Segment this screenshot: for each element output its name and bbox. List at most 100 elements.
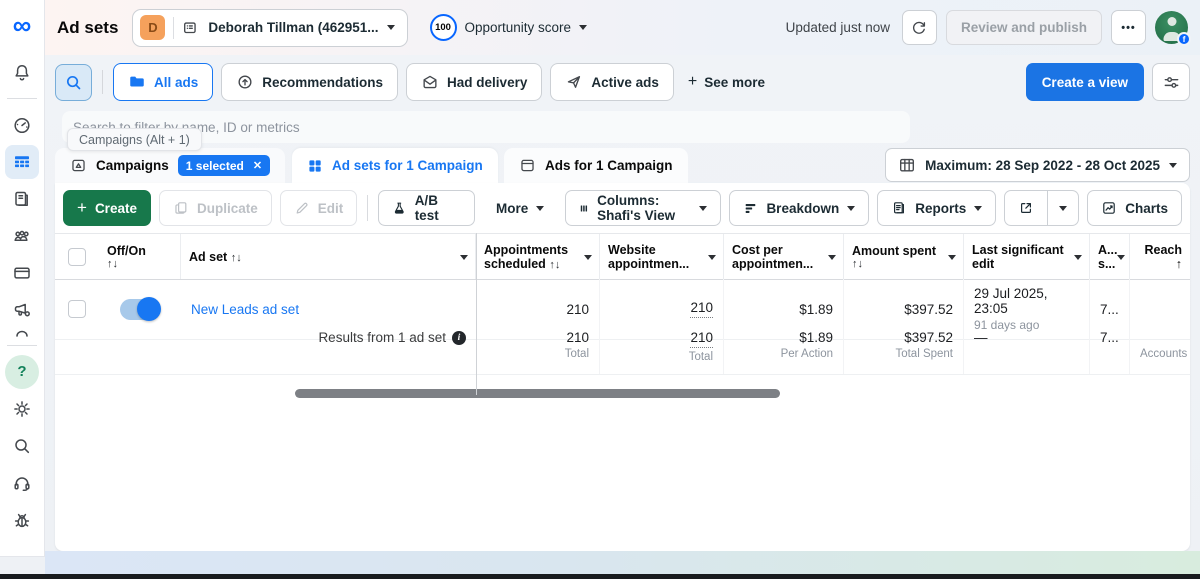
ads-megaphone-icon[interactable] (5, 293, 39, 327)
columns-button[interactable]: Columns: Shafi's View (565, 190, 722, 226)
overflow-menu-button[interactable]: ••• (1111, 10, 1146, 45)
profile-avatar[interactable]: f (1155, 11, 1191, 46)
sidebar-divider (7, 98, 37, 99)
help-icon[interactable]: ? (5, 354, 39, 389)
chevron-down-icon (460, 254, 468, 260)
sort-icon: ↑↓ (107, 257, 118, 270)
filter-all-ads[interactable]: All ads (113, 63, 214, 101)
review-and-publish-button[interactable]: Review and publish (945, 10, 1102, 45)
support-headset-icon[interactable] (5, 466, 39, 500)
selected-count-badge[interactable]: 1 selected ✕ (177, 155, 271, 176)
export-icon (1021, 203, 1032, 213)
bug-report-icon[interactable] (5, 503, 39, 537)
refresh-button[interactable] (901, 10, 937, 45)
duplicate-button[interactable]: Duplicate (158, 190, 272, 226)
pages-icon[interactable] (5, 182, 39, 216)
ad-set-name-link[interactable]: New Leads ad set (191, 302, 466, 317)
select-all-checkbox[interactable] (68, 247, 86, 266)
total-spent-cell: $397.52 Total Spent (844, 321, 964, 374)
tab-ad-sets[interactable]: Ad sets for 1 Campaign (292, 148, 498, 183)
results-label-cell: Results from 1 ad set i (181, 321, 476, 374)
column-header-reach[interactable]: Reach ↑ (1130, 234, 1190, 279)
collapsed-icon (16, 330, 28, 337)
divider (102, 70, 103, 94)
date-range-selector[interactable]: Maximum: 28 Sep 2022 - 28 Oct 2025 (885, 148, 1190, 182)
settings-gear-icon[interactable] (5, 392, 39, 426)
chevron-down-icon (386, 25, 395, 30)
calendar-icon (900, 158, 915, 172)
breakdown-button[interactable]: Breakdown (729, 190, 870, 226)
clear-selection-icon[interactable]: ✕ (253, 159, 262, 172)
billing-card-icon[interactable] (5, 256, 39, 290)
charts-button[interactable]: Charts (1087, 190, 1182, 226)
account-selector[interactable]: D Deborah Tillman (462951... (132, 8, 408, 47)
circle-arrow-icon (238, 75, 252, 89)
campaigns-table-icon[interactable] (5, 144, 39, 179)
tab-ads[interactable]: Ads for 1 Campaign (504, 148, 688, 183)
ab-test-button[interactable]: A/B test (378, 190, 476, 226)
filter-active-ads[interactable]: Active ads (550, 63, 674, 101)
reports-button[interactable]: Reports (877, 190, 997, 226)
view-settings-button[interactable] (1152, 63, 1190, 101)
column-header-attribution-truncated[interactable]: A... s... (1090, 234, 1130, 279)
account-name: Deborah Tillman (462951... (208, 20, 379, 35)
pencil-icon (296, 202, 308, 214)
horizontal-scrollbar[interactable] (295, 389, 780, 398)
filter-label: All ads (154, 74, 199, 90)
divider (173, 16, 175, 39)
tab-label: Ads for 1 Campaign (545, 158, 673, 173)
sidebar-divider (7, 345, 37, 346)
off-on-toggle[interactable] (120, 297, 161, 321)
column-header-cost-per-appointment[interactable]: Cost per appointmen... (724, 234, 844, 279)
tab-label: Campaigns (96, 158, 169, 173)
filter-bar: All ads Recommendations Had delivery Act… (55, 59, 1190, 105)
export-options-button[interactable] (1048, 190, 1080, 226)
column-header-website-appointments[interactable]: Website appointmen... (600, 234, 724, 279)
create-button[interactable]: + Create (63, 190, 151, 226)
column-header-amount-spent[interactable]: Amount spent ↑↓ (844, 234, 964, 279)
chevron-down-icon (1074, 254, 1082, 260)
filter-label: Active ads (591, 74, 659, 90)
attribution-summary-cell: 7... (1090, 321, 1130, 374)
column-header-appointments-scheduled[interactable]: Appointments scheduled ↑↓ (476, 234, 600, 279)
search-filter-button[interactable] (55, 63, 92, 101)
opportunity-score[interactable]: 100 Opportunity score (429, 14, 588, 41)
updated-status: Updated just now (785, 20, 890, 35)
audiences-icon[interactable] (5, 219, 39, 253)
column-header-off-on[interactable]: Off/On ↑↓ (99, 234, 181, 279)
chevron-down-icon (1169, 162, 1177, 168)
level-tabs: Campaigns 1 selected ✕ Ad sets for 1 Cam… (55, 148, 1190, 183)
see-more-label: See more (704, 74, 766, 90)
search-icon (66, 75, 81, 89)
see-more-filters[interactable]: + See more (682, 73, 771, 91)
chevron-down-icon (584, 254, 592, 260)
column-header-ad-set[interactable]: Ad set ↑↓ (181, 234, 476, 279)
date-range-label: Maximum: 28 Sep 2022 - 28 Oct 2025 (925, 157, 1160, 173)
row-checkbox[interactable] (68, 300, 86, 318)
top-header: Ad sets D Deborah Tillman (462951... 100… (45, 0, 1200, 55)
charts-icon (1103, 202, 1116, 214)
meta-logo[interactable]: ∞ (13, 12, 32, 38)
filter-had-delivery[interactable]: Had delivery (406, 63, 543, 101)
sort-icon: ↑↓ (549, 258, 561, 271)
chevron-down-icon (536, 205, 545, 211)
insights-gauge-icon[interactable] (5, 108, 39, 142)
notifications-icon[interactable] (5, 56, 39, 90)
filter-recommendations[interactable]: Recommendations (221, 63, 399, 101)
column-header-last-significant-edit[interactable]: Last significant edit (964, 234, 1090, 279)
export-button[interactable] (1004, 190, 1049, 226)
ad-sets-grid-icon (309, 159, 321, 172)
create-a-view-button[interactable]: Create a view (1025, 63, 1144, 101)
sort-icon: ↑↓ (230, 251, 242, 264)
reach-summary-cell: Accounts (1140, 348, 1188, 360)
search-icon[interactable] (5, 429, 39, 463)
info-icon[interactable]: i (452, 330, 466, 345)
chevron-down-icon (708, 254, 716, 260)
envelope-icon (423, 75, 437, 89)
select-all-checkbox-cell (55, 234, 99, 279)
tab-label: Ad sets for 1 Campaign (332, 158, 483, 173)
more-menu-button[interactable]: More (483, 190, 557, 226)
tab-campaigns[interactable]: Campaigns 1 selected ✕ (55, 148, 286, 183)
edit-button[interactable]: Edit (279, 190, 358, 226)
chevron-down-icon (847, 205, 856, 211)
